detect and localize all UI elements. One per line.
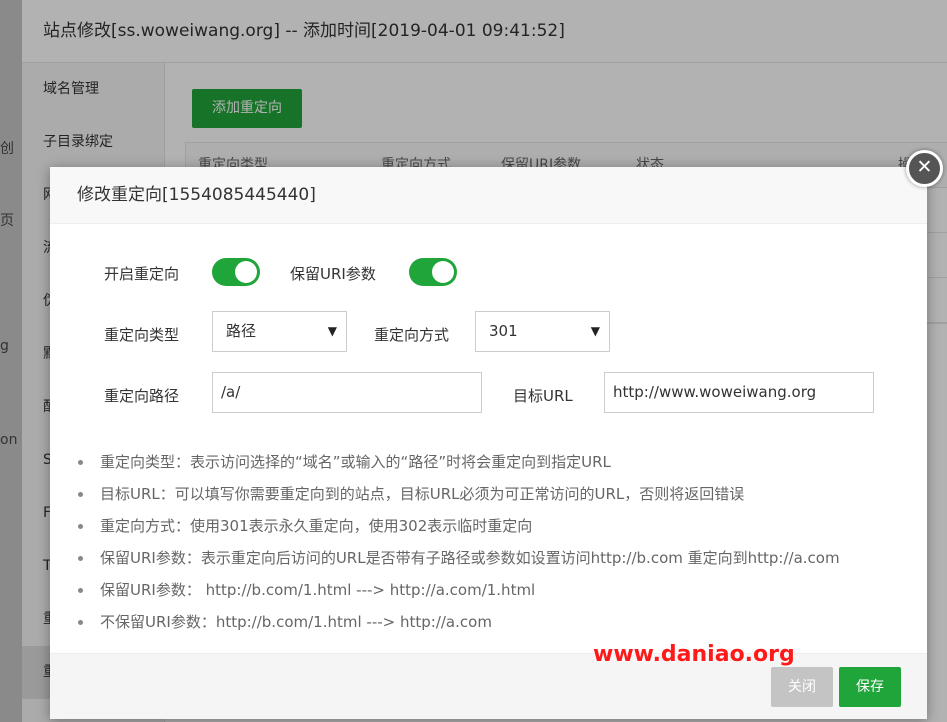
redirect-path-label: 重定向路径: [104, 387, 180, 405]
edit-redirect-modal: 修改重定向[1554085445440] ✕ 开启重定向 保留URI参数 重定向…: [50, 150, 943, 719]
modal-footer: 关闭 保存: [50, 653, 927, 719]
redirect-type-select[interactable]: 路径 ▼: [212, 311, 347, 352]
note-text: 重定向方式：使用301表示永久重定向，使用302表示临时重定向: [100, 517, 533, 535]
background-text: g: [0, 338, 9, 354]
background-text: 创: [0, 141, 14, 157]
bullet-icon: [78, 556, 83, 561]
note-text: 目标URL：可以填写你需要重定向到的站点，目标URL必须为可正常访问的URL，否…: [100, 485, 745, 503]
bullet-icon: [78, 620, 83, 625]
note-item: 保留URI参数：表示重定向后访问的URL是否带有子路径或参数如设置访问http:…: [77, 546, 907, 578]
keep-uri-label: 保留URI参数: [290, 265, 376, 283]
note-item: 目标URL：可以填写你需要重定向到的站点，目标URL必须为可正常访问的URL，否…: [77, 482, 907, 514]
background-text: 页: [0, 213, 14, 229]
enable-redirect-toggle[interactable]: [212, 258, 260, 286]
note-item: 不保留URI参数：http://b.com/1.html ---> http:/…: [77, 610, 907, 642]
toggle-knob: [235, 261, 257, 283]
background-text: on: [0, 432, 18, 448]
watermark: www.daniao.org: [593, 642, 795, 667]
bullet-icon: [78, 492, 83, 497]
note-text: 保留URI参数：表示重定向后访问的URL是否带有子路径或参数如设置访问http:…: [100, 549, 840, 567]
redirect-method-value: 301: [489, 322, 518, 340]
toggle-knob: [432, 261, 454, 283]
background-page: 创 页 g on: [0, 0, 22, 722]
redirect-method-label: 重定向方式: [374, 326, 450, 344]
note-item: 重定向方式：使用301表示永久重定向，使用302表示临时重定向: [77, 514, 907, 546]
bullet-icon: [78, 460, 83, 465]
close-button[interactable]: 关闭: [771, 667, 833, 707]
modal-title: 修改重定向[1554085445440]: [50, 167, 927, 224]
note-text: 保留URI参数： http://b.com/1.html ---> http:/…: [100, 581, 536, 599]
note-item: 保留URI参数： http://b.com/1.html ---> http:/…: [77, 578, 907, 610]
redirect-method-select[interactable]: 301 ▼: [475, 311, 610, 352]
target-url-label: 目标URL: [513, 387, 573, 405]
close-icon[interactable]: ✕: [906, 150, 943, 187]
note-item: 重定向类型：表示访问选择的“域名”或输入的“路径”时将会重定向到指定URL: [77, 450, 907, 482]
bullet-icon: [78, 524, 83, 529]
triangle-down-icon: ▼: [327, 324, 337, 338]
note-text: 重定向类型：表示访问选择的“域名”或输入的“路径”时将会重定向到指定URL: [100, 453, 611, 471]
note-text: 不保留URI参数：http://b.com/1.html ---> http:/…: [100, 613, 492, 631]
redirect-path-input[interactable]: /a/: [212, 372, 482, 413]
redirect-type-value: 路径: [226, 322, 257, 340]
keep-uri-toggle[interactable]: [409, 258, 457, 286]
enable-redirect-label: 开启重定向: [104, 265, 180, 283]
bullet-icon: [78, 588, 83, 593]
help-notes: 重定向类型：表示访问选择的“域名”或输入的“路径”时将会重定向到指定URL 目标…: [77, 450, 907, 642]
target-url-input[interactable]: http://www.woweiwang.org: [604, 372, 874, 413]
triangle-down-icon: ▼: [590, 324, 600, 338]
save-button[interactable]: 保存: [839, 667, 901, 707]
redirect-type-label: 重定向类型: [104, 326, 180, 344]
